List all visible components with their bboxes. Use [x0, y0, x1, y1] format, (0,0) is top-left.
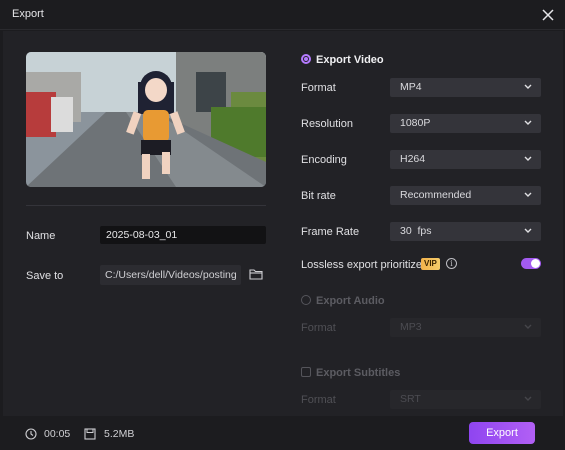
info-icon[interactable]: i	[446, 258, 457, 269]
lossless-label: Lossless export prioritized	[301, 259, 429, 271]
duration-text: 00:05	[44, 428, 71, 440]
audio-format-value: MP3	[400, 321, 422, 333]
bitrate-select[interactable]: Recommended	[390, 186, 541, 205]
export-video-label: Export Video	[316, 54, 384, 66]
bitrate-value: Recommended	[400, 189, 472, 201]
export-audio-radio[interactable]	[301, 295, 311, 305]
bitrate-label: Bit rate	[301, 190, 336, 202]
format-label: Format	[301, 82, 336, 94]
close-icon[interactable]	[539, 6, 557, 24]
audio-format-select[interactable]: MP3	[390, 318, 541, 337]
divider	[26, 205, 266, 206]
chevron-down-icon	[524, 192, 532, 197]
format-select[interactable]: MP4	[390, 78, 541, 97]
vip-badge: VIP	[421, 258, 440, 270]
format-value: MP4	[400, 81, 422, 93]
chevron-down-icon	[524, 84, 532, 89]
subtitle-format-select[interactable]: SRT	[390, 390, 541, 409]
chevron-down-icon	[524, 228, 532, 233]
chevron-down-icon	[524, 396, 532, 401]
window-title: Export	[12, 8, 44, 20]
export-subtitles-label: Export Subtitles	[316, 367, 401, 379]
resolution-label: Resolution	[301, 118, 353, 130]
chevron-down-icon	[524, 120, 532, 125]
encoding-value: H264	[400, 153, 426, 165]
name-label: Name	[26, 230, 56, 242]
export-subtitles-checkbox[interactable]	[301, 367, 311, 377]
encoding-label: Encoding	[301, 154, 347, 166]
resolution-select[interactable]: 1080P	[390, 114, 541, 133]
export-audio-label: Export Audio	[316, 295, 385, 307]
resolution-value: 1080P	[400, 117, 431, 129]
subtitle-format-value: SRT	[400, 393, 421, 405]
framerate-label: Frame Rate	[301, 226, 360, 238]
file-size-text: 5.2MB	[104, 428, 135, 440]
video-preview-thumbnail	[26, 52, 266, 187]
save-to-label: Save to	[26, 270, 64, 282]
clock-icon	[25, 428, 37, 440]
name-input[interactable]: 2025-08-03_01	[100, 226, 266, 244]
export-button[interactable]: Export	[469, 422, 535, 444]
framerate-select[interactable]: 30 fps	[390, 222, 541, 241]
folder-icon[interactable]	[249, 267, 263, 281]
encoding-select[interactable]: H264	[390, 150, 541, 169]
audio-format-label: Format	[301, 322, 336, 334]
chevron-down-icon	[524, 156, 532, 161]
subtitle-format-label: Format	[301, 394, 336, 406]
chevron-down-icon	[524, 324, 532, 329]
title-bar: Export	[0, 0, 565, 30]
export-video-radio[interactable]	[301, 54, 311, 64]
save-disk-icon	[84, 428, 96, 440]
framerate-value: 30 fps	[400, 225, 432, 237]
lossless-toggle[interactable]	[521, 258, 541, 269]
save-path-field[interactable]: C:/Users/dell/Videos/posting	[100, 265, 241, 285]
